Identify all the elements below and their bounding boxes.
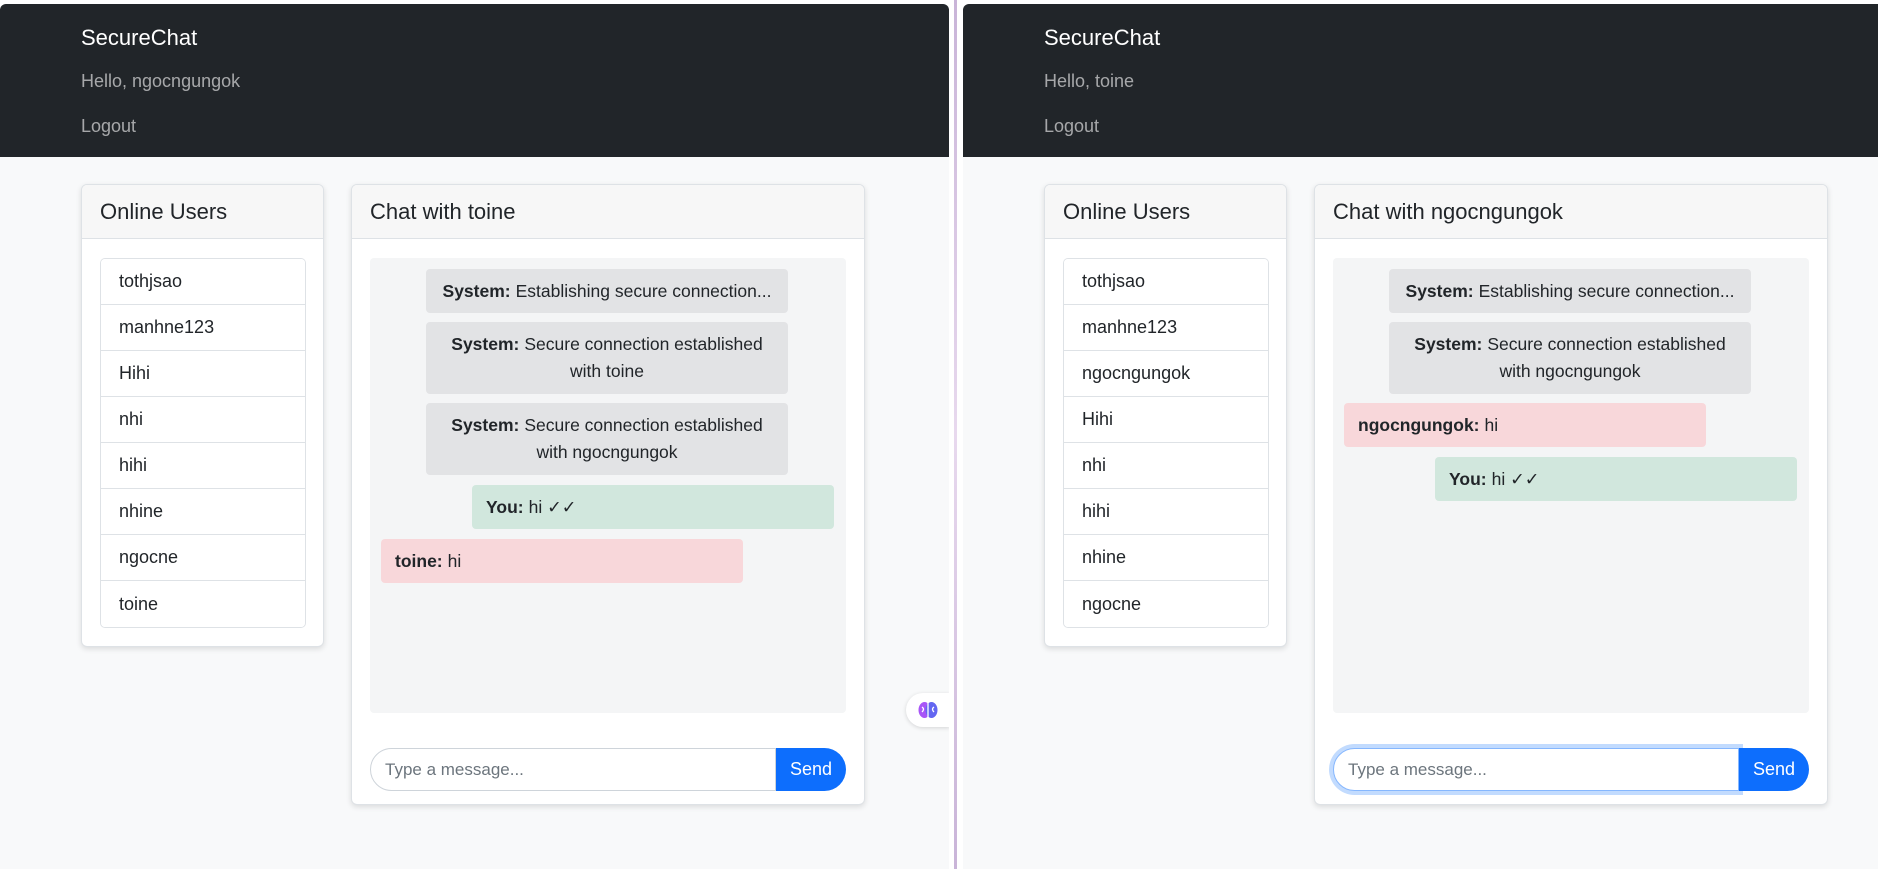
- received-message: toine: hi: [381, 539, 743, 583]
- user-list-item[interactable]: ngocngungok: [1064, 351, 1268, 397]
- message-sender: System:: [442, 280, 511, 301]
- message-text: hi ✓✓: [528, 496, 577, 517]
- online-users-list: tothjsao manhne123 ngocngungok Hihi nhi …: [1063, 258, 1269, 628]
- message-sender: ngocngungok:: [1358, 414, 1480, 435]
- user-list-item[interactable]: nhi: [1064, 443, 1268, 489]
- brand-link[interactable]: SecureChat: [1044, 25, 1160, 51]
- user-list-item[interactable]: nhine: [101, 489, 305, 535]
- chat-title: Chat with ngocngungok: [1315, 185, 1827, 239]
- system-message: System: Establishing secure connection...: [426, 269, 788, 313]
- user-list-item[interactable]: Hihi: [101, 351, 305, 397]
- received-message: ngocngungok: hi: [1344, 403, 1706, 447]
- system-message: System: Secure connection established wit…: [426, 322, 788, 394]
- user-list-item[interactable]: ngocne: [1064, 581, 1268, 627]
- message-text: Secure connection established with ngocn…: [524, 415, 763, 462]
- send-button[interactable]: Send: [1739, 748, 1809, 791]
- message-text: Secure connection established with toine: [524, 334, 763, 381]
- chat-card: Chat with ngocngungok System: Establishin…: [1314, 184, 1828, 805]
- message-sender: System:: [1405, 280, 1474, 301]
- message-composer: Send: [370, 748, 846, 791]
- message-sender: System:: [451, 334, 520, 354]
- user-list-item[interactable]: tothjsao: [101, 259, 305, 305]
- message-list[interactable]: System: Establishing secure connection...…: [370, 258, 846, 713]
- brand-link[interactable]: SecureChat: [81, 25, 197, 51]
- system-message: System: Secure connection established wit…: [426, 403, 788, 475]
- message-list[interactable]: System: Establishing secure connection...…: [1333, 258, 1809, 713]
- logout-link[interactable]: Logout: [1044, 116, 1099, 137]
- user-list-item[interactable]: hihi: [101, 443, 305, 489]
- message-composer: Send: [1333, 748, 1809, 791]
- message-text: Establishing secure connection...: [515, 280, 772, 301]
- message-text: hi: [447, 550, 462, 571]
- message-sender: System:: [1414, 334, 1483, 354]
- brain-icon: [918, 702, 938, 718]
- message-text: Establishing secure connection...: [1478, 280, 1735, 301]
- user-list-item[interactable]: nhi: [101, 397, 305, 443]
- message-input[interactable]: [1333, 748, 1739, 791]
- online-users-list: tothjsao manhne123 Hihi nhi hihi nhine n…: [100, 258, 306, 628]
- window-divider[interactable]: [949, 0, 963, 869]
- user-list-item[interactable]: manhne123: [101, 305, 305, 351]
- user-list-item[interactable]: hihi: [1064, 489, 1268, 535]
- user-list-item[interactable]: Hihi: [1064, 397, 1268, 443]
- message-sender: You:: [1449, 468, 1487, 489]
- message-sender: System:: [451, 415, 520, 435]
- system-message: System: Secure connection established wit…: [1389, 322, 1751, 394]
- chat-card: Chat with toine System: Establishing secu…: [351, 184, 865, 805]
- message-text: hi ✓✓: [1491, 468, 1540, 489]
- browser-window-right: SecureChat Hello, toine Logout Online Us…: [963, 4, 1878, 869]
- user-list-item[interactable]: nhine: [1064, 535, 1268, 581]
- user-greeting: Hello, ngocngungok: [81, 71, 241, 91]
- send-button[interactable]: Send: [776, 748, 846, 791]
- message-text: Secure connection established with ngocn…: [1487, 334, 1726, 381]
- online-users-card: Online Users tothjsao manhne123 ngocngun…: [1044, 184, 1287, 647]
- message-text: hi: [1484, 414, 1499, 435]
- message-sender: toine:: [395, 550, 443, 571]
- system-message: System: Establishing secure connection...: [1389, 269, 1751, 313]
- navbar: SecureChat Hello, ngocngungok Logout: [0, 4, 949, 157]
- user-list-item[interactable]: tothjsao: [1064, 259, 1268, 305]
- online-users-title: Online Users: [1045, 185, 1286, 239]
- brain-icon[interactable]: [906, 693, 949, 727]
- logout-link[interactable]: Logout: [81, 116, 136, 137]
- message-input[interactable]: [370, 748, 776, 791]
- message-sender: You:: [486, 496, 524, 517]
- navbar: SecureChat Hello, toine Logout: [963, 4, 1878, 157]
- user-greeting: Hello, toine: [1044, 71, 1135, 91]
- chat-title: Chat with toine: [352, 185, 864, 239]
- online-users-card: Online Users tothjsao manhne123 Hihi nhi…: [81, 184, 324, 647]
- user-list-item[interactable]: manhne123: [1064, 305, 1268, 351]
- sent-message: You: hi ✓✓: [1435, 457, 1797, 501]
- user-list-item[interactable]: toine: [101, 581, 305, 627]
- online-users-title: Online Users: [82, 185, 323, 239]
- browser-window-left: SecureChat Hello, ngocngungok Logout Onl…: [0, 4, 949, 869]
- user-list-item[interactable]: ngocne: [101, 535, 305, 581]
- sent-message: You: hi ✓✓: [472, 485, 834, 529]
